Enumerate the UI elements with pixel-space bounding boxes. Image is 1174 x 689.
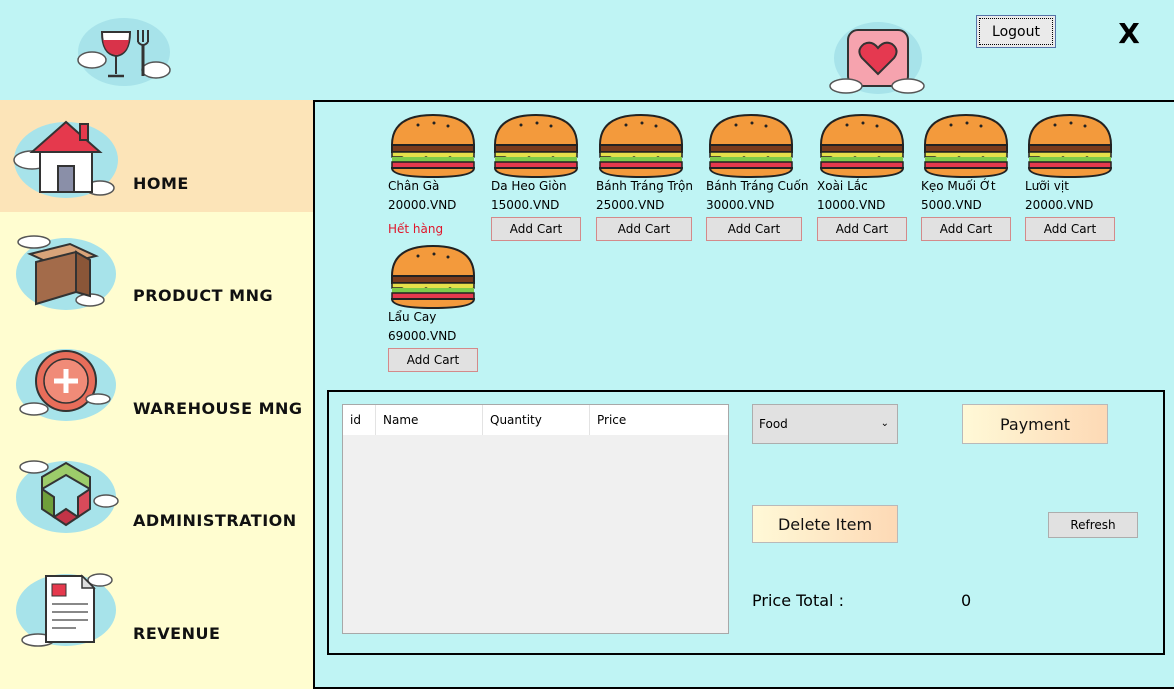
- price-total-value: 0: [961, 591, 972, 610]
- add-cart-button[interactable]: Add Cart: [388, 348, 478, 372]
- add-cart-button[interactable]: Add Cart: [706, 217, 802, 241]
- product-price: 20000.VND: [388, 198, 457, 212]
- main-panel: Chân Gà 20000.VND Hết hàng Da Heo Giòn 1…: [313, 100, 1174, 689]
- sidebar-item-home[interactable]: HOME: [0, 100, 313, 212]
- add-cart-button[interactable]: Add Cart: [817, 217, 907, 241]
- burger-icon: [1025, 113, 1115, 179]
- product-price: 15000.VND: [491, 198, 560, 212]
- product-name: Da Heo Giòn: [491, 179, 567, 193]
- product-price: 25000.VND: [596, 198, 665, 212]
- cart-table-header: id Name Quantity Price: [343, 405, 728, 435]
- add-cart-button[interactable]: Add Cart: [921, 217, 1011, 241]
- product-name: Kẹo Muối Ớt: [921, 179, 996, 193]
- restaurant-logo-icon: [72, 12, 176, 88]
- category-selected-value: Food: [759, 417, 788, 431]
- sidebar-item-administration[interactable]: ADMINISTRATION: [0, 437, 313, 549]
- cart-panel: id Name Quantity Price Food ⌄ Payment De…: [327, 390, 1165, 655]
- home-icon: [10, 108, 122, 204]
- chevron-down-icon: ⌄: [880, 418, 889, 429]
- burger-icon: [388, 244, 478, 310]
- burger-icon: [388, 113, 478, 179]
- refresh-button[interactable]: Refresh: [1048, 512, 1138, 538]
- sidebar-item-label: HOME: [133, 174, 189, 193]
- price-total-label: Price Total :: [752, 591, 844, 610]
- logout-button[interactable]: Logout: [976, 15, 1056, 48]
- category-select[interactable]: Food ⌄: [752, 404, 898, 444]
- column-header-name[interactable]: Name: [376, 405, 483, 435]
- product-price: 69000.VND: [388, 329, 457, 343]
- column-header-price[interactable]: Price: [590, 405, 728, 435]
- sidebar-item-label: REVENUE: [133, 624, 221, 643]
- document-icon: [10, 558, 122, 654]
- product-price: 30000.VND: [706, 198, 775, 212]
- product-name: Bánh Tráng Cuốn: [706, 179, 809, 193]
- sidebar: HOME PRODUCT MNG WAREHOUSE MNG ADMINISTR…: [0, 100, 313, 689]
- delete-item-button[interactable]: Delete Item: [752, 505, 898, 543]
- product-name: Lưỡi vịt: [1025, 179, 1069, 193]
- product-name: Bánh Tráng Trộn: [596, 179, 693, 193]
- heart-icon: [826, 16, 930, 98]
- out-of-stock-label: Hết hàng: [388, 222, 444, 236]
- add-cart-button[interactable]: Add Cart: [1025, 217, 1115, 241]
- sidebar-item-label: PRODUCT MNG: [133, 286, 274, 305]
- burger-icon: [817, 113, 907, 179]
- burger-icon: [491, 113, 581, 179]
- product-price: 10000.VND: [817, 198, 886, 212]
- sidebar-item-product-mng[interactable]: PRODUCT MNG: [0, 212, 313, 324]
- product-name: Xoài Lắc: [817, 179, 868, 193]
- column-header-id[interactable]: id: [343, 405, 376, 435]
- add-cart-button[interactable]: Add Cart: [491, 217, 581, 241]
- hexagon-logo-icon: [10, 445, 122, 541]
- product-name: Lẩu Cay: [388, 310, 437, 324]
- burger-icon: [921, 113, 1011, 179]
- sidebar-item-warehouse-mng[interactable]: WAREHOUSE MNG: [0, 325, 313, 437]
- sidebar-item-revenue[interactable]: REVENUE: [0, 550, 313, 662]
- burger-icon: [706, 113, 796, 179]
- cart-table[interactable]: id Name Quantity Price: [342, 404, 729, 634]
- plus-circle-icon: [10, 333, 122, 429]
- column-header-quantity[interactable]: Quantity: [483, 405, 590, 435]
- sidebar-item-label: WAREHOUSE MNG: [133, 399, 303, 418]
- box-icon: [10, 220, 122, 316]
- product-price: 20000.VND: [1025, 198, 1094, 212]
- add-cart-button[interactable]: Add Cart: [596, 217, 692, 241]
- product-price: 5000.VND: [921, 198, 982, 212]
- burger-icon: [596, 113, 686, 179]
- product-name: Chân Gà: [388, 179, 440, 193]
- payment-button[interactable]: Payment: [962, 404, 1108, 444]
- sidebar-item-label: ADMINISTRATION: [133, 511, 297, 530]
- close-button[interactable]: X: [1112, 14, 1146, 52]
